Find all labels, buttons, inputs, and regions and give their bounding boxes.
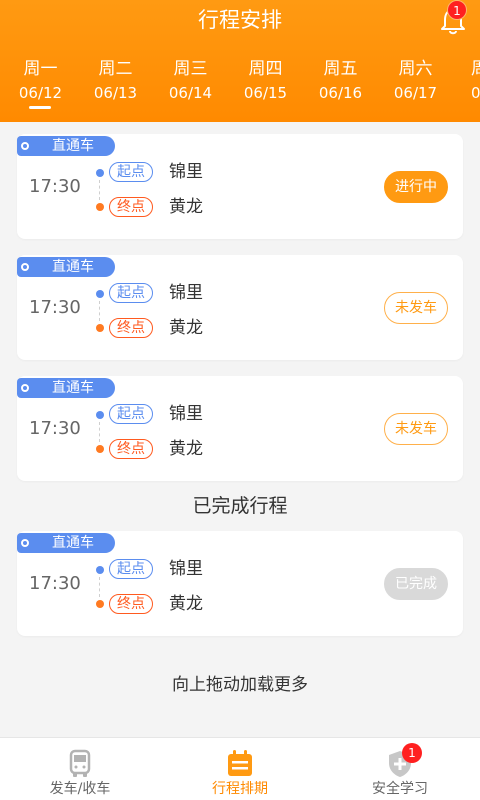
start-place: 锦里 (169, 283, 203, 303)
start-label: 起点 (109, 559, 153, 579)
tag-dot-icon (21, 384, 29, 392)
day-date: 06/17 (393, 84, 438, 102)
tag-dot-icon (21, 539, 29, 547)
end-dot-icon (96, 600, 104, 608)
end-place: 黄龙 (169, 318, 203, 338)
trip-status-button[interactable]: 进行中 (384, 171, 448, 203)
trip-type-label: 直通车 (52, 535, 94, 551)
header: 行程安排 1 周一 06/12 周二 06/13 周三 06/14 周四 06/… (0, 0, 480, 122)
day-date: 06/12 (18, 84, 63, 102)
start-place: 锦里 (169, 559, 203, 579)
tab-schedule[interactable]: 行程排期 (160, 738, 320, 800)
trip-type-tag: 直通车 (17, 136, 115, 156)
route-line (99, 180, 100, 200)
departure-time: 17:30 (29, 176, 81, 197)
trip-status-button: 已完成 (384, 568, 448, 600)
completed-trip-card[interactable]: 直通车 17:30 起点 终点 锦里 黄龙 已完成 (17, 531, 463, 636)
day-date: 06/15 (243, 84, 288, 102)
end-dot-icon (96, 203, 104, 211)
day-weekday: 周三 (173, 59, 208, 79)
start-label: 起点 (109, 404, 153, 424)
day-date: 06/16 (318, 84, 363, 102)
start-label: 起点 (109, 162, 153, 182)
trip-type-label: 直通车 (52, 380, 94, 396)
trip-type-tag: 直通车 (17, 378, 115, 398)
end-dot-icon (96, 324, 104, 332)
tab-depart-return[interactable]: 发车/收车 (0, 738, 160, 800)
route-line (99, 577, 100, 597)
tab-safety-learning[interactable]: 安全学习 (320, 738, 480, 800)
start-place: 锦里 (169, 162, 203, 182)
start-dot-icon (96, 411, 104, 419)
tab-label: 发车/收车 (49, 781, 111, 797)
day-weekday: 周五 (323, 59, 358, 79)
app-root: 行程安排 1 周一 06/12 周二 06/13 周三 06/14 周四 06/… (0, 0, 480, 800)
end-place: 黄龙 (169, 594, 203, 614)
completed-section-title: 已完成行程 (192, 495, 288, 517)
departure-time: 17:30 (29, 297, 81, 318)
start-place: 锦里 (169, 404, 203, 424)
day-weekday: 周二 (98, 59, 133, 79)
end-label: 终点 (109, 594, 153, 614)
start-dot-icon (96, 566, 104, 574)
trip-card[interactable]: 直通车 17:30 起点 终点 锦里 黄龙 进行中 (17, 134, 463, 239)
day-tab-saturday[interactable]: 周六 06/17 (378, 58, 453, 104)
departure-time: 17:30 (29, 418, 81, 439)
day-weekday: 周六 (398, 59, 433, 79)
load-more-hint: 向上拖动加载更多 (172, 675, 308, 695)
start-label: 起点 (109, 283, 153, 303)
day-weekday: 周一 (23, 59, 58, 79)
trip-type-label: 直通车 (52, 138, 94, 154)
day-date: 06/13 (93, 84, 138, 102)
day-tab-friday[interactable]: 周五 06/16 (303, 58, 378, 104)
end-label: 终点 (109, 439, 153, 459)
safety-learning-badge: 1 (402, 743, 422, 763)
day-tab-sunday[interactable]: 周 0 (453, 58, 480, 104)
page-title: 行程安排 (198, 8, 282, 32)
route-line (99, 422, 100, 442)
trip-card[interactable]: 直通车 17:30 起点 终点 锦里 黄龙 未发车 (17, 376, 463, 481)
day-date: 0 (471, 84, 480, 102)
notification-badge: 1 (447, 0, 467, 20)
tab-label: 安全学习 (372, 781, 428, 797)
day-tab-wednesday[interactable]: 周三 06/14 (153, 58, 228, 104)
trip-status-button[interactable]: 未发车 (384, 292, 448, 324)
trip-status-button[interactable]: 未发车 (384, 413, 448, 445)
trip-card[interactable]: 直通车 17:30 起点 终点 锦里 黄龙 未发车 (17, 255, 463, 360)
end-label: 终点 (109, 318, 153, 338)
bus-icon (69, 749, 91, 777)
departure-time: 17:30 (29, 573, 81, 594)
day-tab-monday[interactable]: 周一 06/12 (3, 58, 78, 104)
start-dot-icon (96, 169, 104, 177)
day-date: 06/14 (168, 84, 213, 102)
route-line (99, 301, 100, 321)
day-tab-tuesday[interactable]: 周二 06/13 (78, 58, 153, 104)
end-dot-icon (96, 445, 104, 453)
tag-dot-icon (21, 263, 29, 271)
tab-label: 行程排期 (212, 781, 268, 797)
week-selector: 周一 06/12 周二 06/13 周三 06/14 周四 06/15 周五 0… (0, 58, 480, 114)
end-place: 黄龙 (169, 439, 203, 459)
selected-day-indicator (29, 106, 51, 109)
start-dot-icon (96, 290, 104, 298)
end-place: 黄龙 (169, 197, 203, 217)
trip-type-label: 直通车 (52, 259, 94, 275)
calendar-icon (228, 750, 252, 776)
day-tab-thursday[interactable]: 周四 06/15 (228, 58, 303, 104)
trip-type-tag: 直通车 (17, 257, 115, 277)
tag-dot-icon (21, 142, 29, 150)
trip-type-tag: 直通车 (17, 533, 115, 553)
day-weekday: 周 (471, 59, 480, 79)
day-weekday: 周四 (248, 59, 283, 79)
end-label: 终点 (109, 197, 153, 217)
